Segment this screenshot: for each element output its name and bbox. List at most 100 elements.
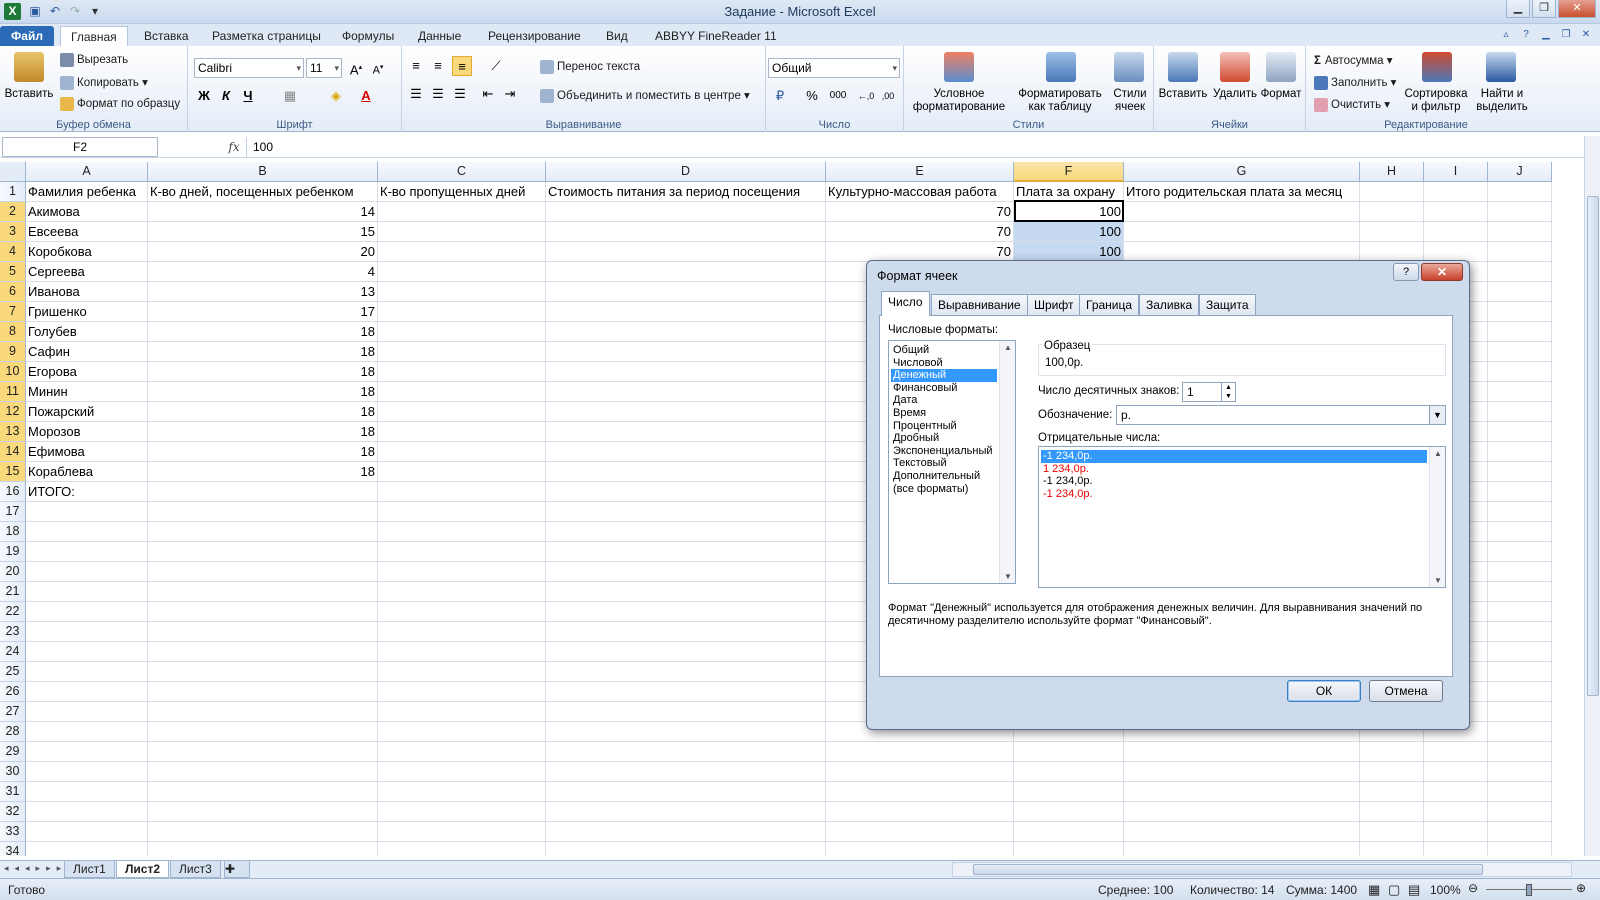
underline-button[interactable]: Ч (238, 86, 258, 106)
orientation-icon[interactable]: ⟋ (486, 56, 506, 76)
dialog-tab-number[interactable]: Число (881, 291, 930, 316)
table-cell[interactable] (826, 742, 1014, 762)
row-header[interactable]: 14 (0, 442, 26, 462)
table-cell[interactable]: 70 (826, 222, 1014, 242)
table-cell[interactable] (1488, 502, 1552, 522)
table-cell[interactable] (1488, 802, 1552, 822)
table-cell[interactable] (1124, 782, 1360, 802)
table-cell[interactable]: Акимова (26, 202, 148, 222)
table-cell[interactable] (546, 262, 826, 282)
table-cell[interactable]: Гришенко (26, 302, 148, 322)
formula-input[interactable]: 100 (246, 137, 1584, 157)
table-cell[interactable] (378, 662, 546, 682)
table-cell[interactable] (1360, 222, 1424, 242)
table-cell[interactable] (378, 482, 546, 502)
column-header-j[interactable]: J (1488, 162, 1552, 182)
minimize-ribbon-icon[interactable]: ▵ (1498, 27, 1514, 43)
header-cell[interactable]: К-во дней, посещенных ребенком (148, 182, 378, 202)
table-cell[interactable] (148, 582, 378, 602)
doc-close-icon[interactable]: ✕ (1578, 27, 1594, 43)
table-cell[interactable] (378, 562, 546, 582)
row-header[interactable]: 12 (0, 402, 26, 422)
table-cell[interactable] (1488, 762, 1552, 782)
table-cell[interactable] (826, 822, 1014, 842)
horizontal-scroll-thumb[interactable] (973, 864, 1483, 875)
format-list-item[interactable]: Дробный (891, 432, 997, 445)
table-cell[interactable] (546, 842, 826, 856)
table-cell[interactable] (378, 802, 546, 822)
table-cell[interactable] (1360, 842, 1424, 856)
format-list-item[interactable]: Общий (891, 344, 997, 357)
table-cell[interactable] (1488, 522, 1552, 542)
table-cell[interactable]: 17 (148, 302, 378, 322)
table-cell[interactable] (1488, 222, 1552, 242)
table-cell[interactable] (1424, 742, 1488, 762)
row-header[interactable]: 16 (0, 482, 26, 502)
table-cell[interactable] (1124, 802, 1360, 822)
table-cell[interactable] (378, 722, 546, 742)
table-cell[interactable] (26, 682, 148, 702)
table-cell[interactable] (378, 222, 546, 242)
fill-color-icon[interactable]: ◈ (326, 86, 346, 106)
table-cell[interactable] (378, 362, 546, 382)
table-cell[interactable] (1124, 202, 1360, 222)
table-cell[interactable] (1488, 302, 1552, 322)
table-cell[interactable] (546, 602, 826, 622)
table-cell[interactable] (378, 342, 546, 362)
table-cell[interactable]: 70 (826, 242, 1014, 262)
table-cell[interactable] (1360, 802, 1424, 822)
chevron-down-icon[interactable]: ▼ (1429, 406, 1445, 424)
table-cell[interactable] (1488, 342, 1552, 362)
format-list-item[interactable]: (все форматы) (891, 483, 997, 496)
row-header[interactable]: 5 (0, 262, 26, 282)
table-cell[interactable] (378, 622, 546, 642)
header-cell[interactable]: Фамилия ребенка (26, 182, 148, 202)
table-cell[interactable]: 14 (148, 202, 378, 222)
negative-numbers-list[interactable]: -1 234,0р. 1 234,0р. -1 234,0р. -1 234,0р. … (1038, 446, 1446, 588)
table-cell[interactable] (378, 442, 546, 462)
table-cell[interactable] (546, 322, 826, 342)
minimize-icon[interactable]: ▁ (1506, 0, 1530, 18)
table-cell[interactable] (26, 522, 148, 542)
table-cell[interactable] (148, 782, 378, 802)
zoom-level[interactable]: 100% (1430, 883, 1461, 897)
table-cell[interactable] (26, 802, 148, 822)
cut-button[interactable]: Вырезать (60, 53, 128, 67)
table-cell[interactable] (378, 322, 546, 342)
number-formats-list[interactable]: Общий Числовой Денежный Финансовый Дата Время… (888, 340, 1016, 584)
table-cell[interactable] (546, 802, 826, 822)
tab-abbyy[interactable]: ABBYY FineReader 11 (645, 26, 787, 46)
table-cell[interactable] (546, 682, 826, 702)
row-header[interactable]: 3 (0, 222, 26, 242)
table-cell[interactable] (148, 682, 378, 702)
table-cell[interactable] (1488, 442, 1552, 462)
table-cell[interactable] (1014, 822, 1124, 842)
font-size-select[interactable]: 11 (306, 58, 342, 78)
row-header[interactable]: 6 (0, 282, 26, 302)
format-as-table-button[interactable]: Форматировать как таблицу (1012, 88, 1108, 114)
table-cell[interactable]: 18 (148, 322, 378, 342)
row-header[interactable]: 15 (0, 462, 26, 482)
table-cell[interactable] (1424, 842, 1488, 856)
row-header[interactable]: 30 (0, 762, 26, 782)
table-cell[interactable] (26, 562, 148, 582)
table-cell[interactable] (378, 762, 546, 782)
table-cell[interactable] (378, 502, 546, 522)
table-cell[interactable] (1488, 322, 1552, 342)
table-cell[interactable] (1424, 242, 1488, 262)
format-list-item[interactable]: Текстовый (891, 457, 997, 470)
clear-button[interactable]: Очистить ▾ (1314, 97, 1390, 112)
table-cell[interactable] (378, 602, 546, 622)
table-cell[interactable] (1124, 242, 1360, 262)
row-header[interactable]: 29 (0, 742, 26, 762)
table-cell[interactable] (378, 522, 546, 542)
font-name-select[interactable]: Calibri (194, 58, 304, 78)
table-cell[interactable] (1488, 382, 1552, 402)
table-cell[interactable] (546, 202, 826, 222)
table-cell[interactable] (1488, 602, 1552, 622)
fill-button[interactable]: Заполнить ▾ (1314, 75, 1396, 90)
negative-list-scrollbar[interactable]: ▲ ▼ (1429, 447, 1445, 587)
scroll-down-icon[interactable]: ▼ (1004, 572, 1012, 581)
table-cell[interactable] (378, 242, 546, 262)
row-header[interactable]: 1 (0, 182, 26, 202)
